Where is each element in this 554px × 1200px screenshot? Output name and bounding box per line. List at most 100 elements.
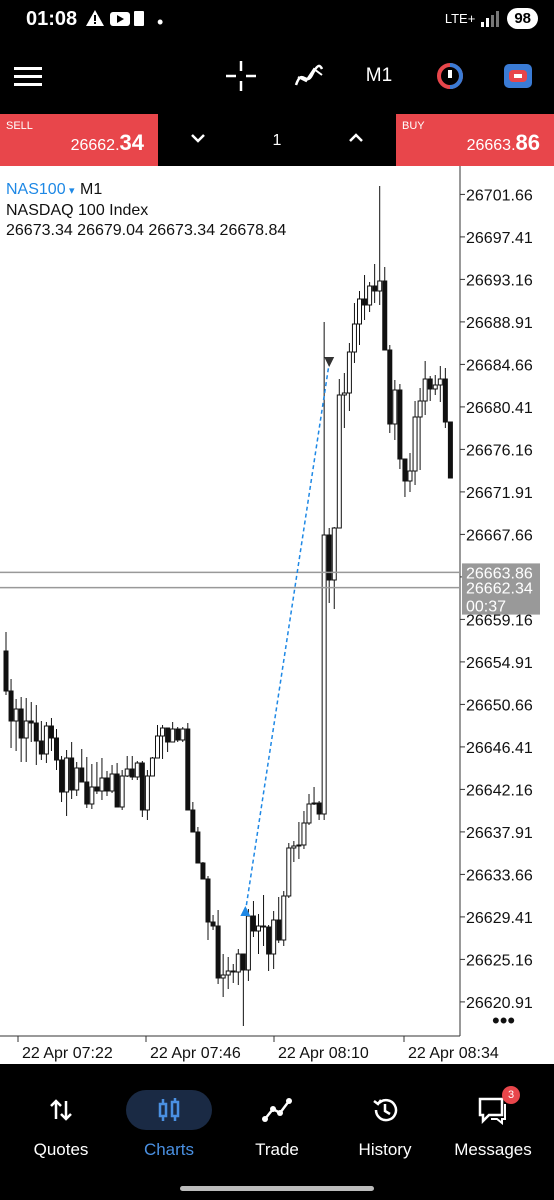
price-chart[interactable]: 26701.66 26697.41 26693.16 26688.91 26684.66… [0, 166, 554, 1064]
candle-bear [195, 831, 201, 864]
price-tick-label: 26625.16 [466, 952, 533, 969]
candle-bear [54, 737, 59, 761]
candle-bear [316, 802, 322, 815]
candle-bear [33, 722, 39, 742]
candle-bull [74, 767, 80, 791]
history-icon [330, 1090, 440, 1130]
more-options-icon[interactable]: ••• [492, 1008, 515, 1033]
candle-bear [28, 720, 34, 724]
price-tick-label: 26697.41 [466, 230, 533, 247]
nav-quotes[interactable]: Quotes [6, 1090, 116, 1160]
nav-messages-label: Messages [454, 1140, 532, 1159]
candle-bear [69, 757, 75, 791]
chart-canvas[interactable]: 26701.66 26697.41 26693.16 26688.91 26684.66… [0, 166, 554, 1064]
ohlc-values: 26673.34 26679.04 26673.34 26678.84 [6, 222, 286, 239]
price-tick-label: 26642.16 [466, 782, 533, 799]
candle-bear [402, 458, 408, 482]
chart-timeframe: M1 [80, 181, 102, 198]
candle-bear [205, 878, 211, 923]
candle-bear [38, 740, 44, 755]
candle-bear [372, 285, 378, 292]
timeframe-button[interactable]: M1 [356, 58, 402, 94]
nav-history-label: History [358, 1140, 412, 1159]
candle-bull [119, 775, 125, 808]
price-tick-label: 26693.16 [466, 272, 533, 289]
candle-bull [225, 970, 231, 976]
trade-icon [222, 1090, 332, 1130]
candle-bull [245, 915, 251, 971]
candle-bull [301, 822, 307, 846]
ask-price-label: 26662.34 [466, 581, 533, 598]
nav-trade[interactable]: Trade [222, 1090, 332, 1160]
symbol-label[interactable]: NAS100 [6, 181, 66, 198]
quotes-icon [6, 1090, 116, 1130]
increase-volume-icon[interactable] [348, 132, 364, 144]
indicators-icon[interactable] [292, 58, 326, 94]
candle-bull [351, 323, 357, 353]
candle-bull [43, 725, 49, 755]
candle-bear [276, 919, 282, 941]
bottom-navigation: Quotes Charts Trade History 3 Messages [0, 1064, 554, 1200]
volume-selector: 1 [158, 114, 396, 166]
one-click-trading-icon[interactable] [432, 58, 468, 94]
candle-bull [13, 708, 19, 722]
candle-bear [79, 767, 85, 783]
time-axis: 22 Apr 07:22 22 Apr 07:46 22 Apr 08:10 22 A… [17, 1036, 499, 1062]
price-tick-label: 26688.91 [466, 315, 533, 332]
candle-countdown: 00:37 [466, 599, 506, 616]
symbol-dropdown-icon[interactable]: ▾ [69, 185, 75, 197]
candle-bull [417, 400, 423, 418]
candle-bull [432, 384, 438, 390]
nav-charts[interactable]: Charts [114, 1090, 224, 1160]
nav-messages[interactable]: 3 Messages [438, 1086, 548, 1160]
buy-label: BUY [402, 120, 425, 132]
candle-bull [412, 416, 418, 472]
price-tick-label: 26650.66 [466, 697, 533, 714]
trade-toggle-icon[interactable] [500, 58, 536, 94]
candle-bear [114, 773, 120, 808]
network-type: LTE+ [444, 11, 476, 26]
candle-bull [321, 534, 327, 815]
candle-bear [3, 650, 9, 692]
position-link-line [244, 362, 330, 913]
candle-bear [382, 280, 388, 351]
status-time: 01:08 [26, 8, 78, 30]
candle-bear [447, 421, 453, 479]
trade-bar: SELL 26662.34 1 BUY 26663.86 [0, 114, 554, 166]
candle-bear [59, 759, 65, 793]
time-tick-label: 22 Apr 07:22 [22, 1045, 113, 1062]
crosshair-icon[interactable] [224, 58, 258, 94]
candle-bull [144, 775, 150, 811]
price-tick-label: 26654.91 [466, 655, 533, 672]
signal-icon [481, 10, 500, 27]
candle-bull [271, 919, 277, 955]
candle-bull [407, 470, 413, 482]
candle-bull [286, 847, 292, 897]
candle-bear [215, 925, 221, 979]
nav-charts-label: Charts [143, 1140, 195, 1159]
sell-exit-arrow-icon [324, 357, 335, 367]
candle-bull [281, 895, 287, 941]
nav-history[interactable]: History [330, 1090, 440, 1160]
price-tick-label: 26667.66 [466, 527, 533, 544]
candle-bull [220, 974, 226, 979]
candle-bear [8, 690, 14, 722]
battery-indicator: 98 [507, 8, 538, 29]
menu-icon[interactable] [12, 58, 44, 94]
sell-button[interactable]: SELL 26662.34 [0, 114, 158, 166]
candle-bull [311, 802, 317, 805]
buy-button[interactable]: BUY 26663.86 [396, 114, 554, 166]
candle-bear [427, 378, 433, 390]
candle-bear [387, 349, 393, 425]
candle-bear [261, 925, 267, 928]
candle-bear [48, 725, 54, 739]
status-bar: 01:08 • LTE+ 98 [0, 0, 554, 40]
price-tick-label: 26680.41 [466, 400, 533, 417]
candle-bear [250, 915, 256, 932]
candle-bear [185, 728, 191, 811]
price-tick-label: 26671.91 [466, 485, 533, 502]
candle-bear [210, 921, 216, 927]
candle-bull [170, 728, 176, 743]
price-tick-label: 26629.41 [466, 910, 533, 927]
notification-icons: • [86, 8, 163, 33]
